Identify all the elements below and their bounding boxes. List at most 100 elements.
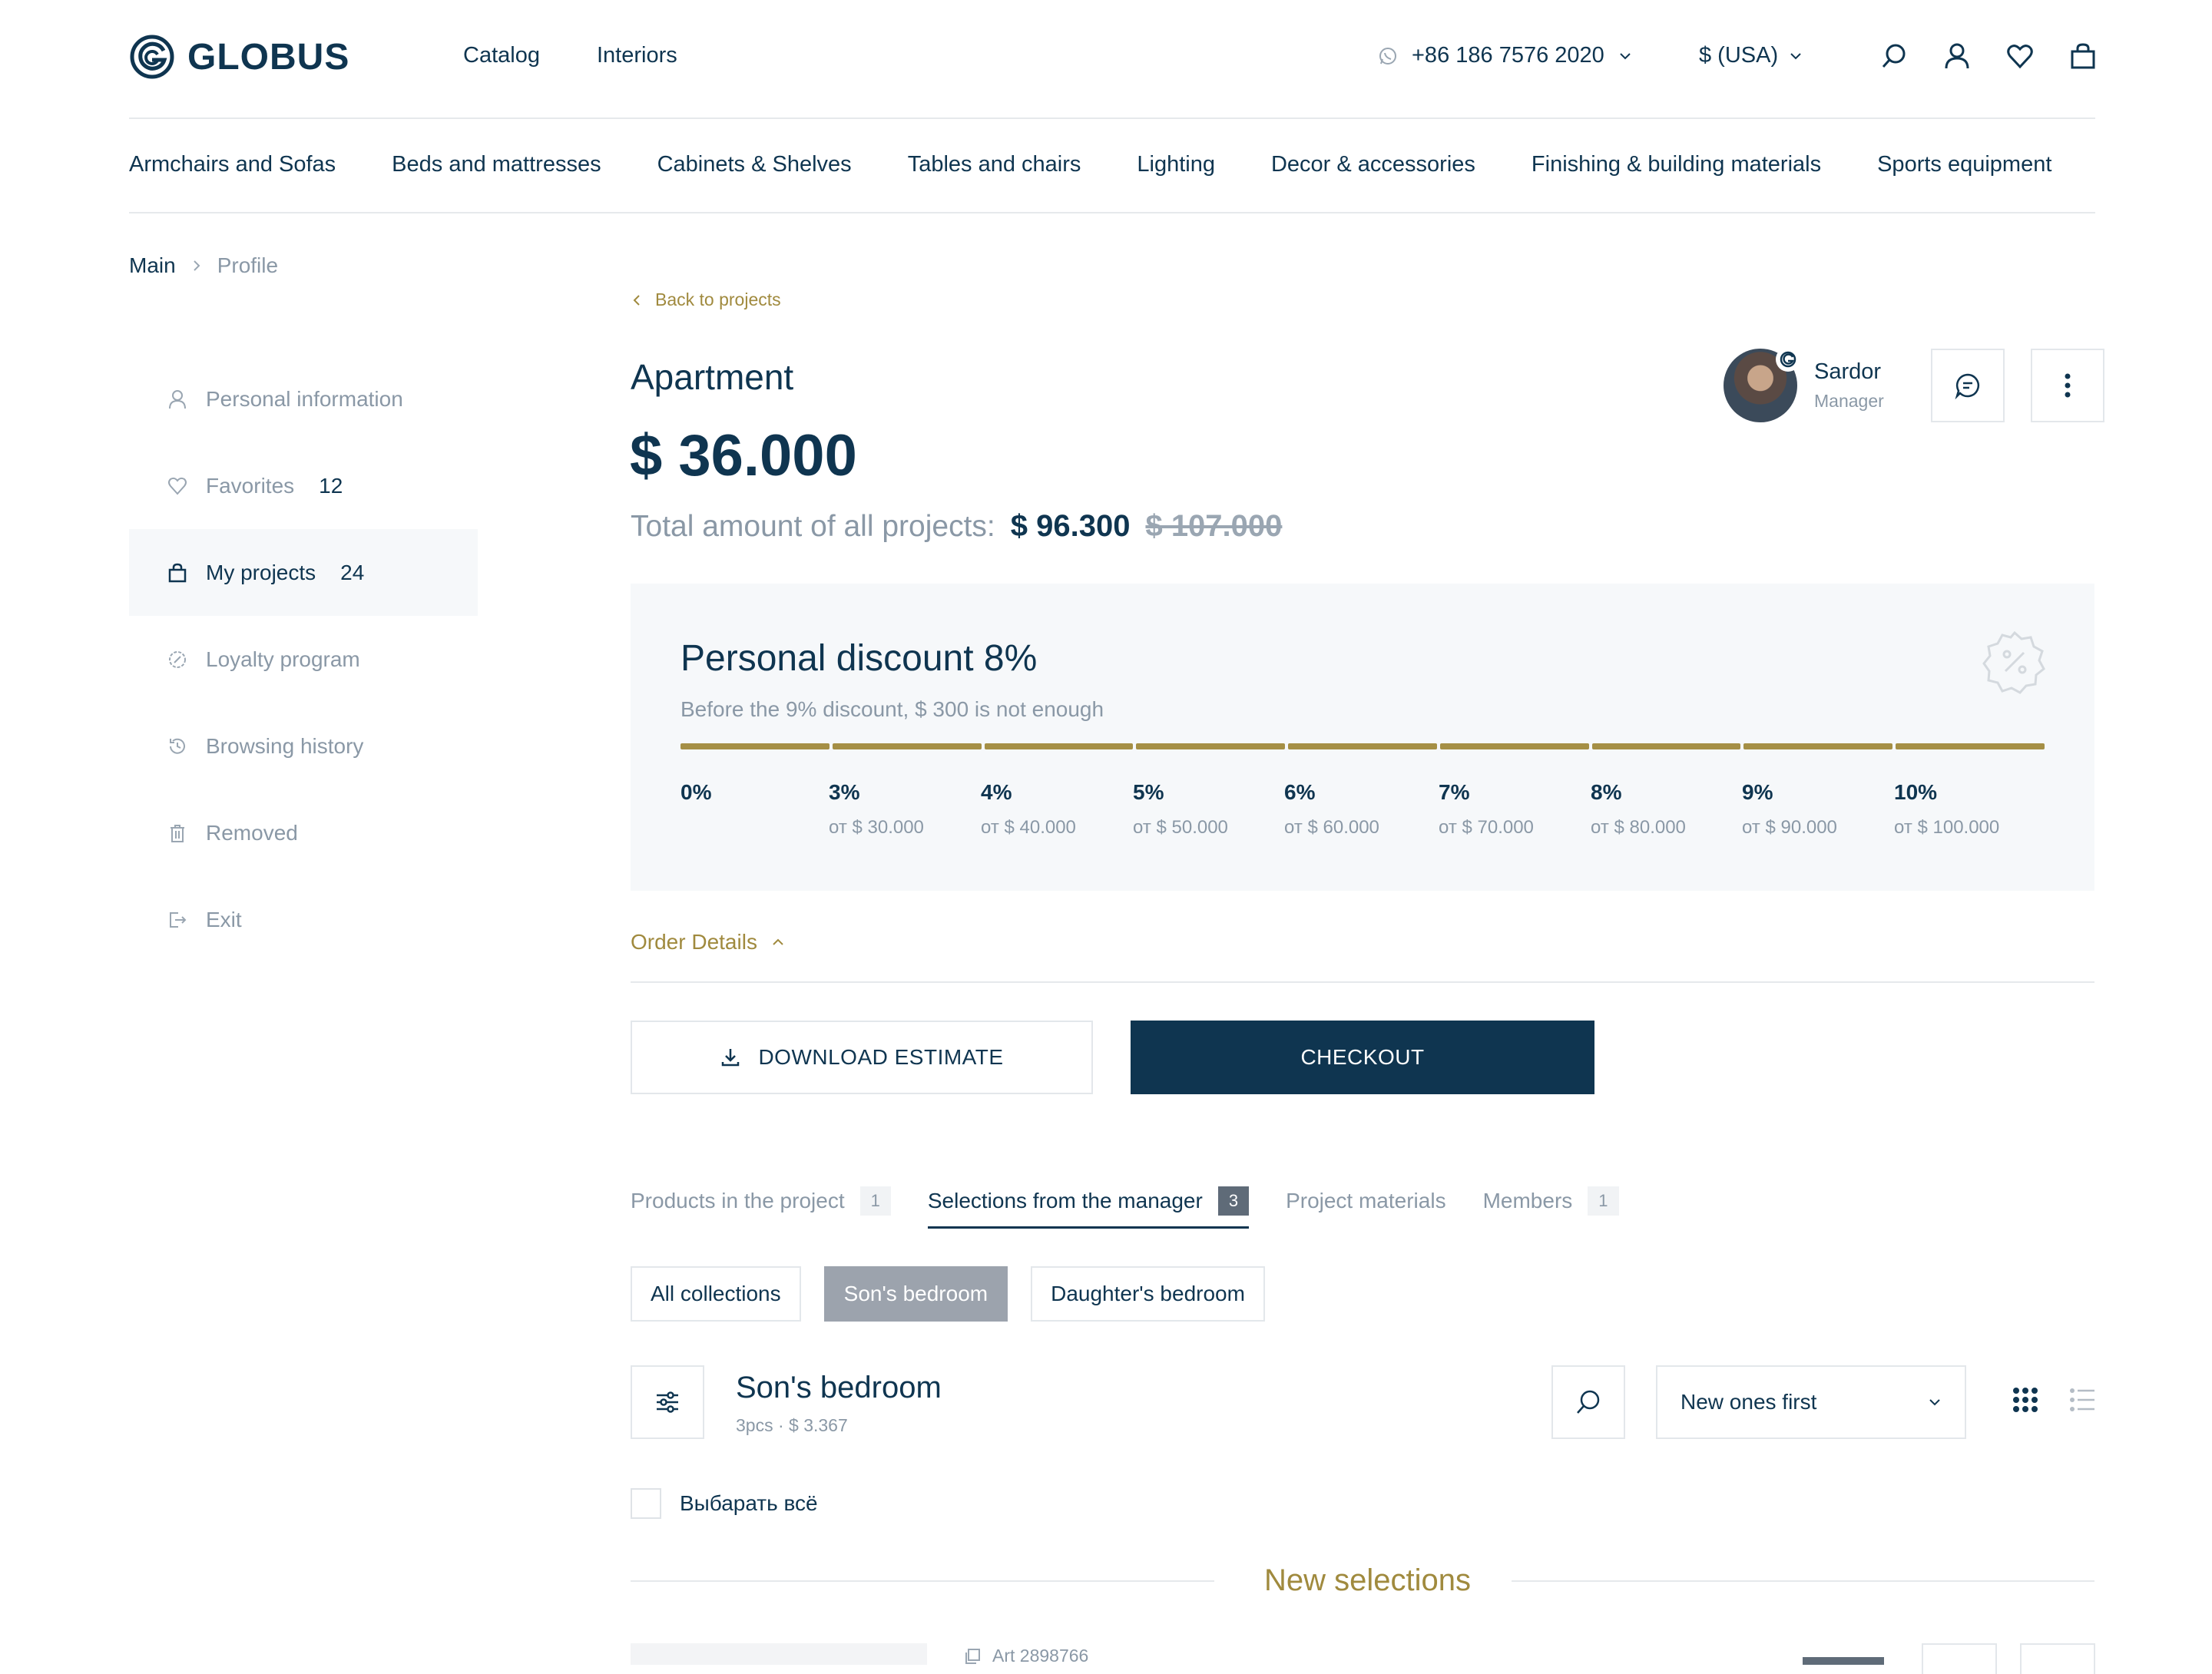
- manager-block: Sardor Manager: [1724, 347, 2104, 422]
- section-title: Son's bedroom: [736, 1371, 942, 1404]
- whatsapp-icon: [1379, 47, 1396, 65]
- user-icon: [169, 389, 186, 409]
- tab-members[interactable]: Members 1: [1483, 1186, 1619, 1229]
- download-estimate-button[interactable]: DOWNLOAD ESTIMATE: [631, 1021, 1093, 1094]
- step-percent: 5%: [1133, 780, 1164, 804]
- list-view-icon[interactable]: [2069, 1387, 2095, 1413]
- step-threshold: от $ 100.000: [1894, 817, 2000, 838]
- new-selections-heading: New selections: [1264, 1563, 1472, 1597]
- product-action-button[interactable]: [1922, 1643, 1997, 1674]
- currency-value: $ (USA): [1699, 43, 1779, 68]
- currency-selector[interactable]: $ (USA): [1699, 43, 1803, 68]
- sidebar-item-label: Browsing history: [206, 733, 364, 758]
- manager-avatar: [1724, 347, 1800, 422]
- product-art-number: Art 2898766: [992, 1646, 1089, 1666]
- sidebar-item-personal-information[interactable]: Personal information: [129, 356, 478, 442]
- checkout-button[interactable]: CHECKOUT: [1131, 1021, 1594, 1094]
- chevron-down-icon: [1620, 52, 1631, 59]
- chevron-right-icon: [193, 260, 200, 271]
- discount-step: 5% от $ 50.000: [1133, 780, 1228, 839]
- progress-segment: [1743, 743, 1893, 749]
- back-label: Back to projects: [655, 289, 781, 309]
- sidebar-item-loyalty-program[interactable]: Loyalty program: [129, 616, 478, 703]
- progress-segment: [832, 743, 982, 749]
- chat-button[interactable]: [1931, 349, 2005, 422]
- discount-step: 7% от $ 70.000: [1439, 780, 1534, 839]
- search-icon: [1577, 1390, 1600, 1414]
- total-label: Total amount of all projects:: [631, 510, 995, 543]
- copy-icon[interactable]: [963, 1647, 982, 1666]
- chevron-up-icon: [773, 938, 783, 945]
- tab-selections-from-manager[interactable]: Selections from the manager 3: [927, 1186, 1250, 1229]
- sidebar-item-label: Exit: [206, 907, 242, 931]
- header-divider: [129, 117, 2095, 119]
- back-to-projects-link[interactable]: Back to projects: [632, 289, 781, 310]
- grid-view-icon[interactable]: [2012, 1387, 2038, 1413]
- tab-label: Project materials: [1286, 1189, 1446, 1212]
- profile-sidebar: Personal information Favorites 12 My pro…: [129, 356, 478, 963]
- progress-segment: [1288, 743, 1437, 749]
- tab-project-materials[interactable]: Project materials: [1286, 1189, 1446, 1226]
- chevron-down-icon: [1790, 52, 1801, 59]
- sidebar-item-label: Favorites: [206, 473, 295, 498]
- product-action-button[interactable]: [2020, 1643, 2095, 1674]
- step-threshold: от $ 90.000: [1742, 817, 1837, 838]
- header-icons: [1880, 42, 2097, 70]
- filter-sliders-icon: [657, 1391, 678, 1413]
- sidebar-item-exit[interactable]: Exit: [129, 876, 478, 963]
- heart-icon[interactable]: [2006, 42, 2034, 70]
- logo-text: GLOBUS: [187, 36, 350, 78]
- more-options-button[interactable]: [2031, 349, 2104, 422]
- tab-label: Members: [1482, 1189, 1573, 1212]
- step-percent: 10%: [1894, 780, 1938, 804]
- trash-icon: [171, 824, 184, 842]
- nav-interiors[interactable]: Interiors: [597, 43, 677, 68]
- download-icon: [722, 1049, 740, 1067]
- tab-products-in-project[interactable]: Products in the project 1: [631, 1186, 891, 1229]
- globus-badge-icon: [1776, 347, 1800, 372]
- sidebar-item-removed[interactable]: Removed: [129, 789, 478, 876]
- sidebar-item-my-projects[interactable]: My projects 24: [129, 529, 478, 616]
- phone-selector[interactable]: +86 186 7576 2020: [1378, 43, 1632, 68]
- tab-label: Selections from the manager: [927, 1189, 1203, 1212]
- category-tables-chairs[interactable]: Tables and chairs: [908, 152, 1081, 177]
- search-button[interactable]: [1551, 1365, 1625, 1439]
- logout-icon: [170, 911, 187, 928]
- history-icon: [170, 738, 185, 754]
- discount-step: 6% от $ 60.000: [1284, 780, 1379, 839]
- project-tabs: Products in the project 1 Selections fro…: [631, 1186, 1656, 1229]
- nav-catalog[interactable]: Catalog: [463, 43, 540, 68]
- category-decor-accessories[interactable]: Decor & accessories: [1271, 152, 1475, 177]
- chip-all-collections[interactable]: All collections: [631, 1266, 801, 1322]
- step-threshold: от $ 60.000: [1284, 817, 1379, 838]
- cart-icon[interactable]: [2069, 42, 2097, 70]
- category-finishing-materials[interactable]: Finishing & building materials: [1532, 152, 1821, 177]
- product-image[interactable]: [631, 1643, 927, 1665]
- breadcrumb-main[interactable]: Main: [129, 253, 176, 278]
- select-all-checkbox[interactable]: [631, 1488, 661, 1519]
- category-armchairs-sofas[interactable]: Armchairs and Sofas: [129, 152, 336, 177]
- user-icon[interactable]: [1943, 42, 1971, 70]
- category-lighting[interactable]: Lighting: [1137, 152, 1215, 177]
- chip-daughters-bedroom[interactable]: Daughter's bedroom: [1031, 1266, 1265, 1322]
- order-details-toggle[interactable]: Order Details: [631, 930, 785, 954]
- sidebar-item-browsing-history[interactable]: Browsing history: [129, 703, 478, 789]
- chip-sons-bedroom[interactable]: Son's bedroom: [823, 1266, 1008, 1322]
- step-percent: 7%: [1439, 780, 1470, 804]
- filter-button[interactable]: [631, 1365, 704, 1439]
- total-amount: Total amount of all projects: $ 96.300 $…: [631, 509, 1282, 544]
- category-sports-equipment[interactable]: Sports equipment: [1877, 152, 2051, 177]
- total-old-value: $ 107.000: [1145, 509, 1283, 543]
- progress-segment: [1439, 743, 1589, 749]
- category-cabinets-shelves[interactable]: Cabinets & Shelves: [657, 152, 852, 177]
- product-article: Art 2898766: [963, 1646, 1088, 1666]
- discount-step: 3% от $ 30.000: [829, 780, 924, 839]
- category-beds-mattresses[interactable]: Beds and mattresses: [392, 152, 601, 177]
- order-details-label: Order Details: [631, 930, 757, 954]
- logo[interactable]: GLOBUS: [129, 34, 349, 80]
- sort-select[interactable]: New ones first: [1656, 1365, 1966, 1439]
- step-percent: 8%: [1591, 780, 1622, 804]
- select-all[interactable]: Выбарать всё: [631, 1488, 818, 1519]
- sidebar-item-favorites[interactable]: Favorites 12: [129, 442, 478, 529]
- search-icon[interactable]: [1880, 42, 1908, 70]
